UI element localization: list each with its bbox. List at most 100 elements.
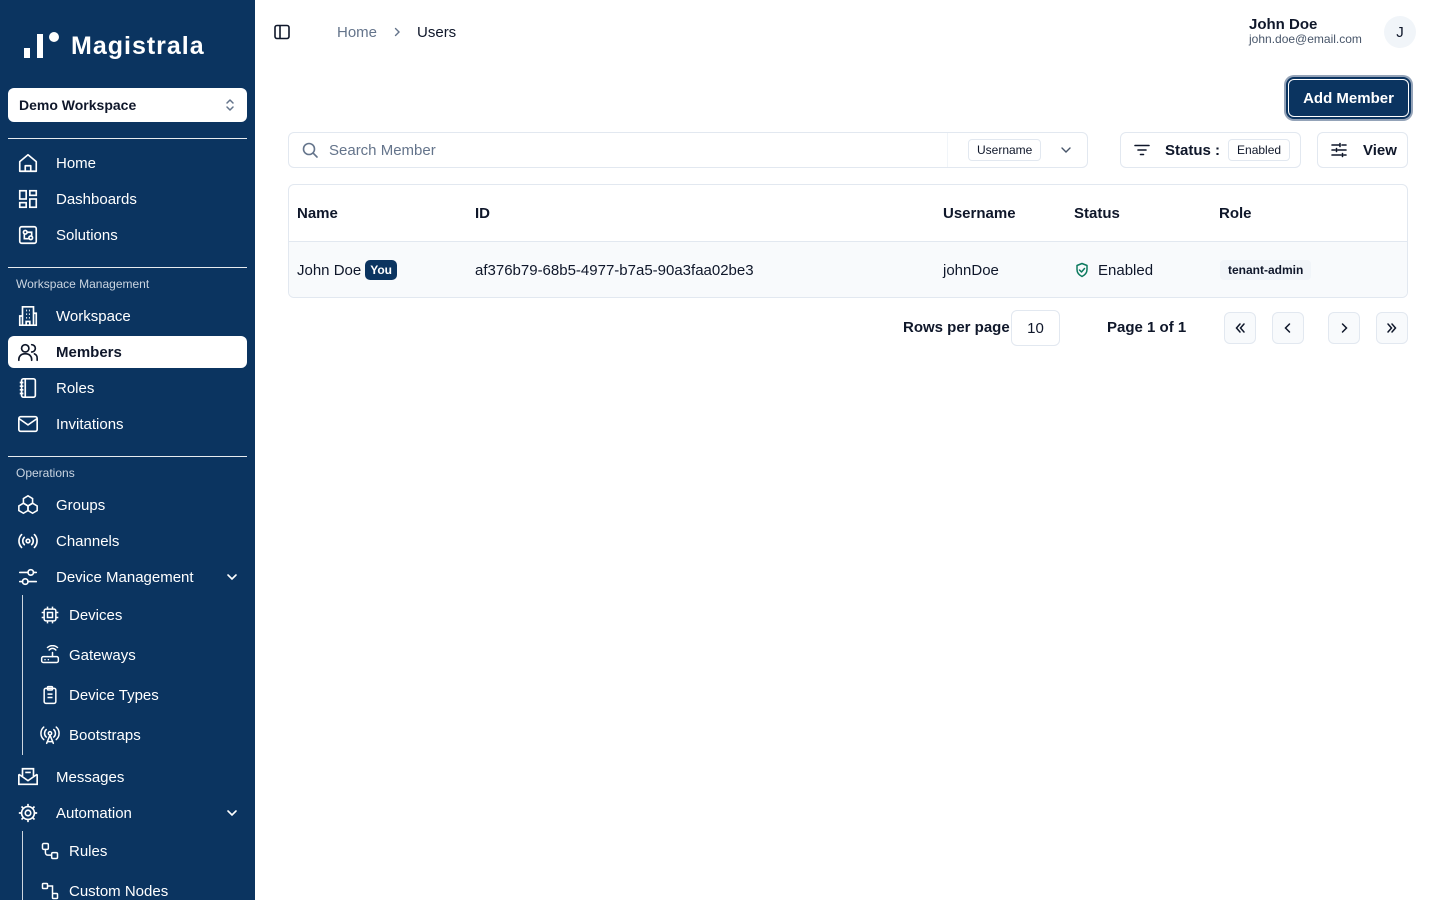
rows-per-page-select[interactable]: 10 [1011,310,1060,346]
cell-role: tenant-admin [1220,242,1312,297]
column-header-id[interactable]: ID [475,185,490,241]
filter-icon [1134,144,1150,156]
sidebar-item-device-types[interactable]: Device Types [36,679,247,711]
sidebar-item-devices[interactable]: Devices [36,599,247,631]
sidebar-item-label: Home [56,154,97,172]
notebook-icon [16,376,40,400]
app-name: Magistrala [71,31,205,60]
sidebar-toggle-icon[interactable] [273,23,291,41]
view-label: View [1363,141,1397,159]
nodes-icon [40,881,60,900]
search-field-select[interactable]: Username [947,133,1087,167]
column-header-name[interactable]: Name [297,185,338,241]
user-menu[interactable]: John Doe john.doe@email.com [1249,17,1362,46]
chevron-down-icon[interactable] [225,570,239,584]
view-options-button[interactable]: View [1317,132,1408,168]
sidebar-item-rules[interactable]: Rules [36,835,247,867]
chevrons-right-icon [1387,323,1397,333]
status-value: Enabled [1098,261,1154,279]
members-table: Name ID Username Status Role John Doe Yo… [288,184,1408,298]
cpu-icon [40,605,60,625]
sidebar-item-invitations[interactable]: Invitations [8,408,247,440]
first-page-button[interactable] [1224,312,1256,344]
sidebar-item-label: Channels [56,532,120,550]
search-icon [302,142,318,158]
sidebar-item-label: Workspace [56,307,131,325]
mail-open-icon [16,765,40,789]
sidebar-item-bootstraps[interactable]: Bootstraps [36,719,247,751]
search-input[interactable] [329,141,929,159]
sidebar-item-label: Groups [56,496,106,514]
search-bar: Username [288,132,1088,168]
sidebar-item-label: Roles [56,379,95,397]
user-name: John Doe [1249,16,1318,33]
rows-per-page-label: Rows per page [903,319,1010,336]
section-label-operations: Operations [16,466,75,480]
chevron-down-icon[interactable] [225,806,239,820]
sidebar-item-custom-nodes[interactable]: Custom Nodes [36,875,247,900]
search-field-value: Username [968,139,1042,161]
avatar[interactable]: J [1384,16,1416,48]
chevrons-up-down-icon [226,99,234,111]
sidebar-item-label: Messages [56,768,125,786]
next-page-button[interactable] [1328,312,1360,344]
sidebar-item-channels[interactable]: Channels [8,525,247,557]
add-member-button[interactable]: Add Member [1288,79,1409,117]
section-label-workspace-management: Workspace Management [16,277,150,291]
table-row[interactable]: John Doe You af376b79-68b5-4977-b7a5-90a… [289,242,1407,297]
column-header-role[interactable]: Role [1219,185,1252,241]
sidebar-divider [8,267,247,268]
sidebar-item-label: Solutions [56,226,118,244]
last-page-button[interactable] [1376,312,1408,344]
sidebar-item-gateways[interactable]: Gateways [36,639,247,671]
logo[interactable]: Magistrala [24,30,205,62]
status-filter-label: Status : [1165,141,1221,159]
sidebar-item-label: Gateways [69,646,136,664]
previous-page-button[interactable] [1272,312,1304,344]
you-badge: You [365,260,397,280]
solutions-icon [16,223,40,247]
sidebar-item-label: Device Management [56,568,194,586]
sidebar-item-messages[interactable]: Messages [8,761,247,793]
sidebar-item-label: Devices [69,606,123,624]
sidebar-item-automation[interactable]: Automation [8,797,247,829]
cell-status: Enabled [1074,242,1154,297]
sidebar-divider [8,456,247,457]
chevron-right-icon [394,27,401,37]
sliders-horizontal-icon [1331,142,1347,158]
cell-name: John Doe You [297,242,397,297]
router-icon [40,645,60,665]
sidebar-item-label: Custom Nodes [69,882,169,900]
workspace-select[interactable]: Demo Workspace [8,88,247,122]
column-header-status[interactable]: Status [1074,185,1120,241]
sidebar-item-dashboards[interactable]: Dashboards [8,183,247,215]
submenu-line [22,831,23,900]
breadcrumb-home[interactable]: Home [337,24,377,41]
workspace-select-value: Demo Workspace [19,97,137,113]
sidebar-divider [8,138,247,139]
mail-icon [16,412,40,436]
building-icon [16,304,40,328]
groups-icon [16,493,40,517]
sidebar-item-roles[interactable]: Roles [8,372,247,404]
users-icon [16,340,40,364]
page-indicator: Page 1 of 1 [1107,319,1187,336]
chevron-left-icon [1284,323,1291,333]
status-filter-button[interactable]: Status : Enabled [1120,132,1301,168]
clipboard-icon [40,685,60,705]
sidebar-item-groups[interactable]: Groups [8,489,247,521]
sidebar-item-label: Members [56,343,122,361]
sidebar-item-label: Automation [56,804,132,822]
sidebar-item-label: Rules [69,842,108,860]
cog-icon [16,801,40,825]
table-header: Name ID Username Status Role [289,185,1407,242]
shield-check-icon [1076,262,1088,278]
sidebar-item-solutions[interactable]: Solutions [8,219,247,251]
sidebar-item-members[interactable]: Members [8,336,247,368]
sidebar-item-workspace[interactable]: Workspace [8,300,247,332]
sidebar-item-device-management[interactable]: Device Management [8,561,247,593]
sidebar-item-home[interactable]: Home [8,147,247,179]
logo-mark-icon [24,30,62,62]
column-header-username[interactable]: Username [943,185,1016,241]
chevron-down-icon [1061,147,1071,153]
